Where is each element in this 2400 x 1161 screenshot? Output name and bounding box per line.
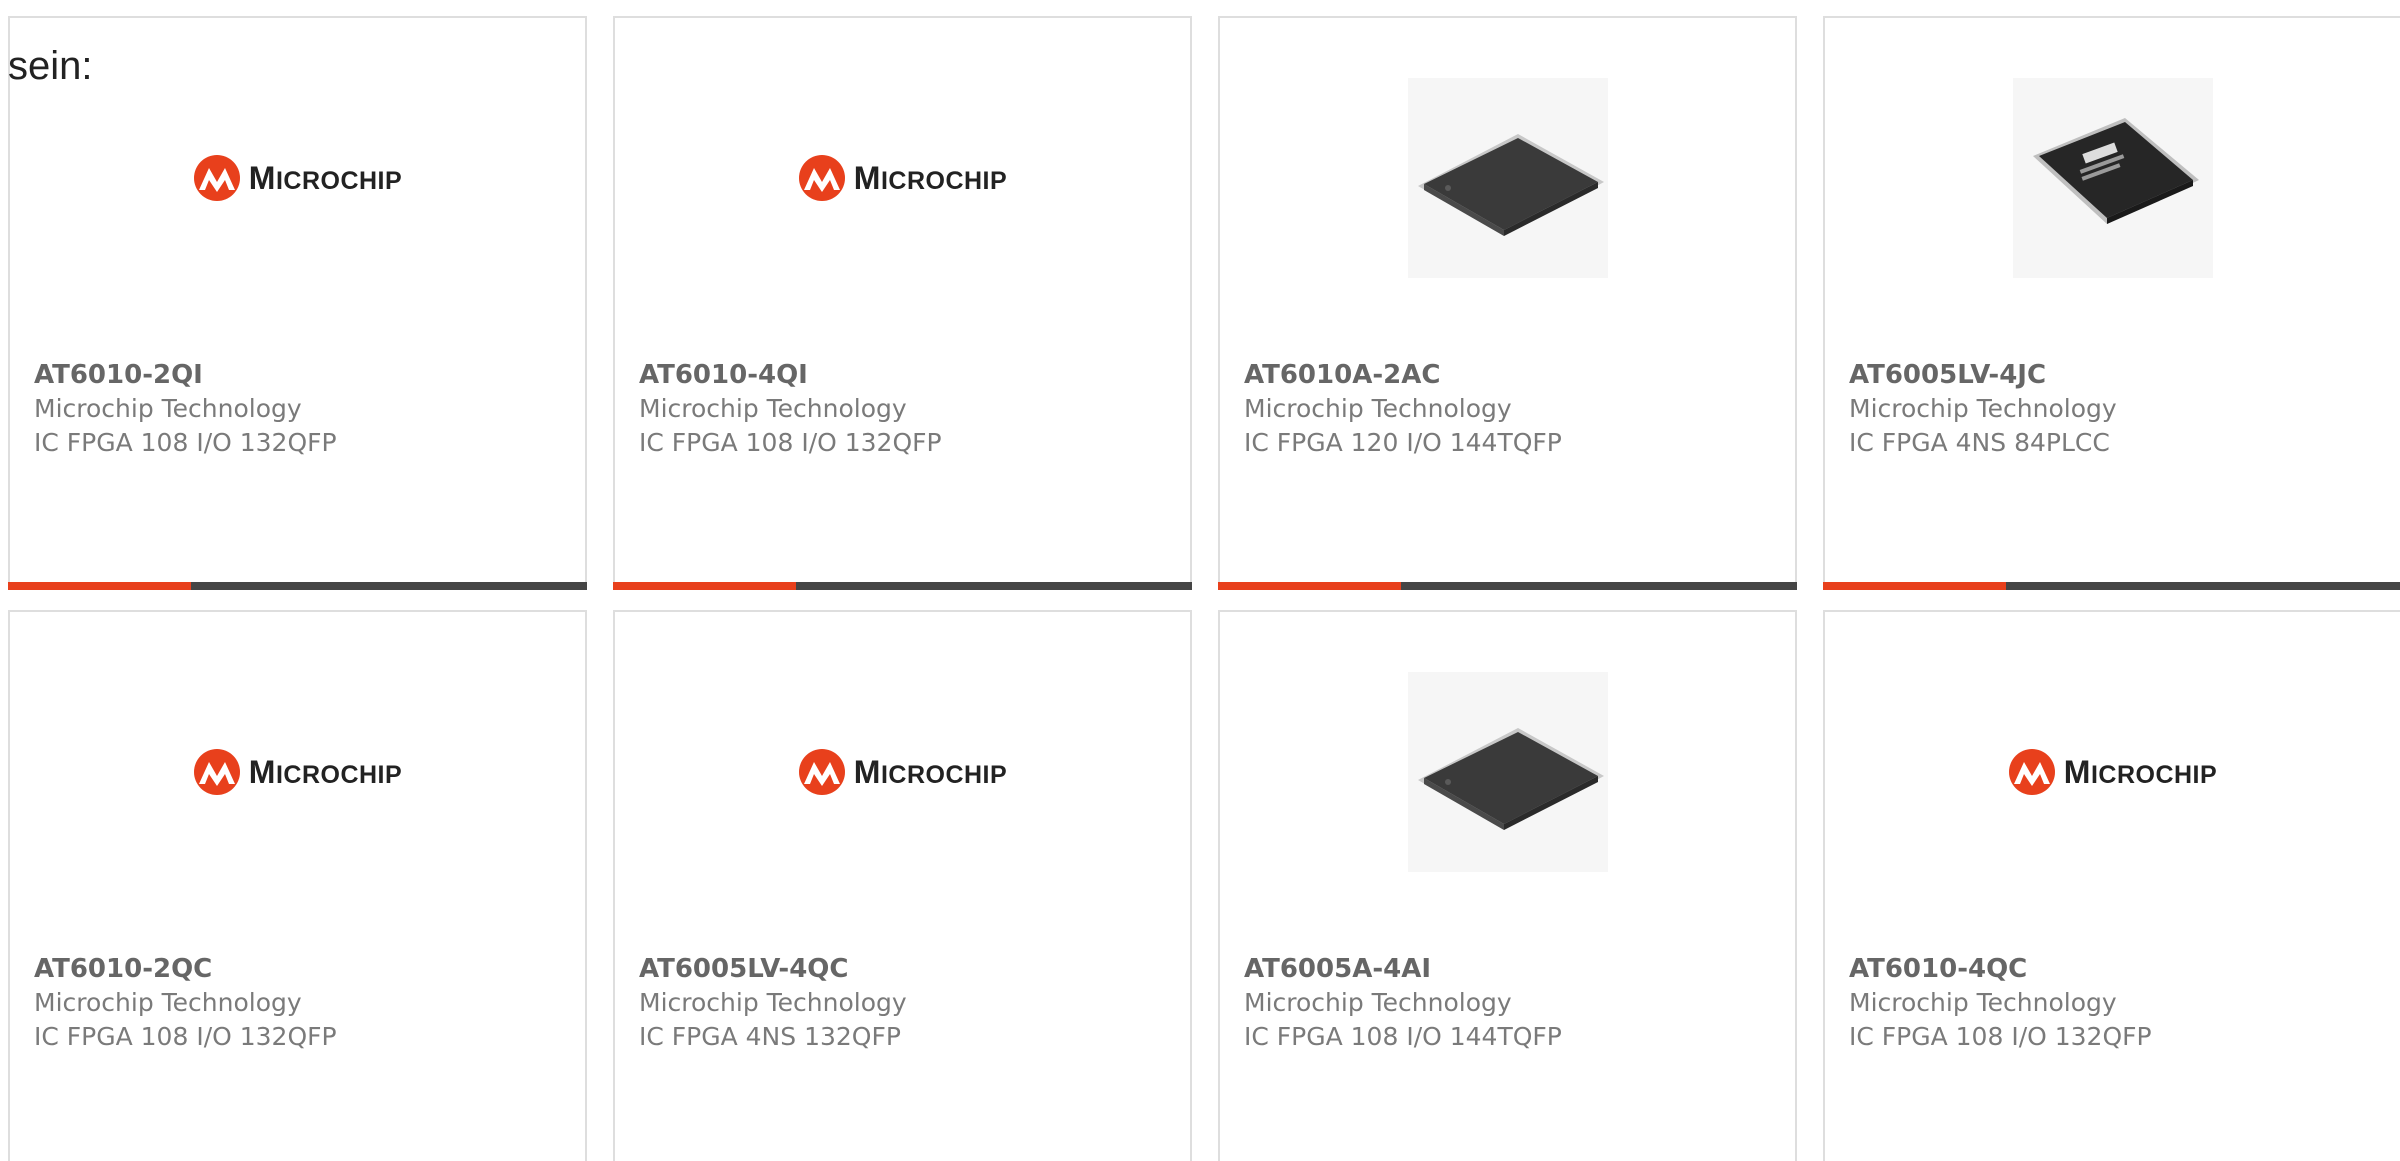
manufacturer: Microchip Technology (639, 988, 907, 1017)
manufacturer: Microchip Technology (34, 394, 302, 423)
manufacturer: Microchip Technology (639, 394, 907, 423)
tqfp-chip-icon (1417, 134, 1604, 236)
description: IC FPGA 120 I/O 144TQFP (1244, 428, 1562, 457)
plcc-chip-icon (2032, 118, 2199, 224)
tqfp-chip-icon (1417, 728, 1604, 830)
microchip-logo: MICROCHIP (2008, 748, 2217, 796)
card-accent-bar (8, 582, 587, 590)
tqfp-chip-photo (1407, 672, 1608, 872)
manufacturer: Microchip Technology (1849, 394, 2117, 423)
manufacturer: Microchip Technology (1849, 988, 2117, 1017)
part-number[interactable]: AT6010-2QI (34, 358, 565, 392)
description: IC FPGA 108 I/O 132QFP (1849, 1022, 2152, 1051)
part-number[interactable]: AT6005A-4AI (1244, 952, 1775, 986)
microchip-logo-text: MICROCHIP (248, 754, 403, 790)
product-image[interactable]: MICROCHIP (10, 78, 585, 278)
product-image[interactable]: MICROCHIP (1825, 672, 2400, 872)
tqfp-chip-photo (1407, 78, 1608, 278)
product-card[interactable]: AT6010A-2AC Microchip Technology IC FPGA… (1218, 16, 1797, 590)
product-card[interactable]: AT6005A-4AI Microchip Technology IC FPGA… (1218, 610, 1797, 1161)
part-number[interactable]: AT6010-2QC (34, 952, 565, 986)
product-card[interactable]: AT6005LV-4JC Microchip Technology IC FPG… (1823, 16, 2400, 590)
product-card[interactable]: MICROCHIP AT6005LV-4QC Microchip Technol… (613, 610, 1192, 1161)
product-image[interactable] (1220, 78, 1795, 278)
microchip-logo-icon (798, 155, 845, 201)
microchip-logo: MICROCHIP (798, 748, 1007, 796)
manufacturer: Microchip Technology (1244, 394, 1512, 423)
manufacturer: Microchip Technology (34, 988, 302, 1017)
card-accent-bar (1823, 582, 2400, 590)
microchip-logo-text: MICROCHIP (853, 160, 1008, 196)
manufacturer: Microchip Technology (1244, 988, 1512, 1017)
product-grid: MICROCHIP AT6010-2QI Microchip Technolog… (8, 16, 2400, 1161)
description: IC FPGA 108 I/O 132QFP (639, 428, 942, 457)
part-number[interactable]: AT6010-4QI (639, 358, 1170, 392)
microchip-logo: MICROCHIP (193, 154, 402, 202)
part-number[interactable]: AT6005LV-4JC (1849, 358, 2380, 392)
microchip-logo-icon (798, 749, 845, 795)
part-number[interactable]: AT6010-4QC (1849, 952, 2380, 986)
description: IC FPGA 108 I/O 132QFP (34, 1022, 337, 1051)
microchip-logo-text: MICROCHIP (248, 160, 403, 196)
description: IC FPGA 108 I/O 132QFP (34, 428, 337, 457)
card-accent-bar (1218, 582, 1797, 590)
microchip-logo-text: MICROCHIP (853, 754, 1008, 790)
microchip-logo-icon (2008, 749, 2055, 795)
plcc-chip-photo (2012, 78, 2213, 278)
product-image[interactable]: MICROCHIP (615, 672, 1190, 872)
description: IC FPGA 4NS 132QFP (639, 1022, 901, 1051)
description: IC FPGA 4NS 84PLCC (1849, 428, 2110, 457)
product-image[interactable]: MICROCHIP (615, 78, 1190, 278)
product-image[interactable]: MICROCHIP (10, 672, 585, 872)
product-card[interactable]: MICROCHIP AT6010-4QC Microchip Technolog… (1823, 610, 2400, 1161)
product-image[interactable] (1220, 672, 1795, 872)
product-image[interactable] (1825, 78, 2400, 278)
part-number[interactable]: AT6005LV-4QC (639, 952, 1170, 986)
product-card[interactable]: MICROCHIP AT6010-4QI Microchip Technolog… (613, 16, 1192, 590)
page-label: sein: (8, 44, 93, 88)
product-card[interactable]: MICROCHIP AT6010-2QC Microchip Technolog… (8, 610, 587, 1161)
microchip-logo-text: MICROCHIP (2063, 754, 2218, 790)
part-number[interactable]: AT6010A-2AC (1244, 358, 1775, 392)
microchip-logo-icon (193, 749, 240, 795)
microchip-logo: MICROCHIP (798, 154, 1007, 202)
microchip-logo: MICROCHIP (193, 748, 402, 796)
product-card[interactable]: MICROCHIP AT6010-2QI Microchip Technolog… (8, 16, 587, 590)
microchip-logo-icon (193, 155, 240, 201)
description: IC FPGA 108 I/O 144TQFP (1244, 1022, 1562, 1051)
card-accent-bar (613, 582, 1192, 590)
